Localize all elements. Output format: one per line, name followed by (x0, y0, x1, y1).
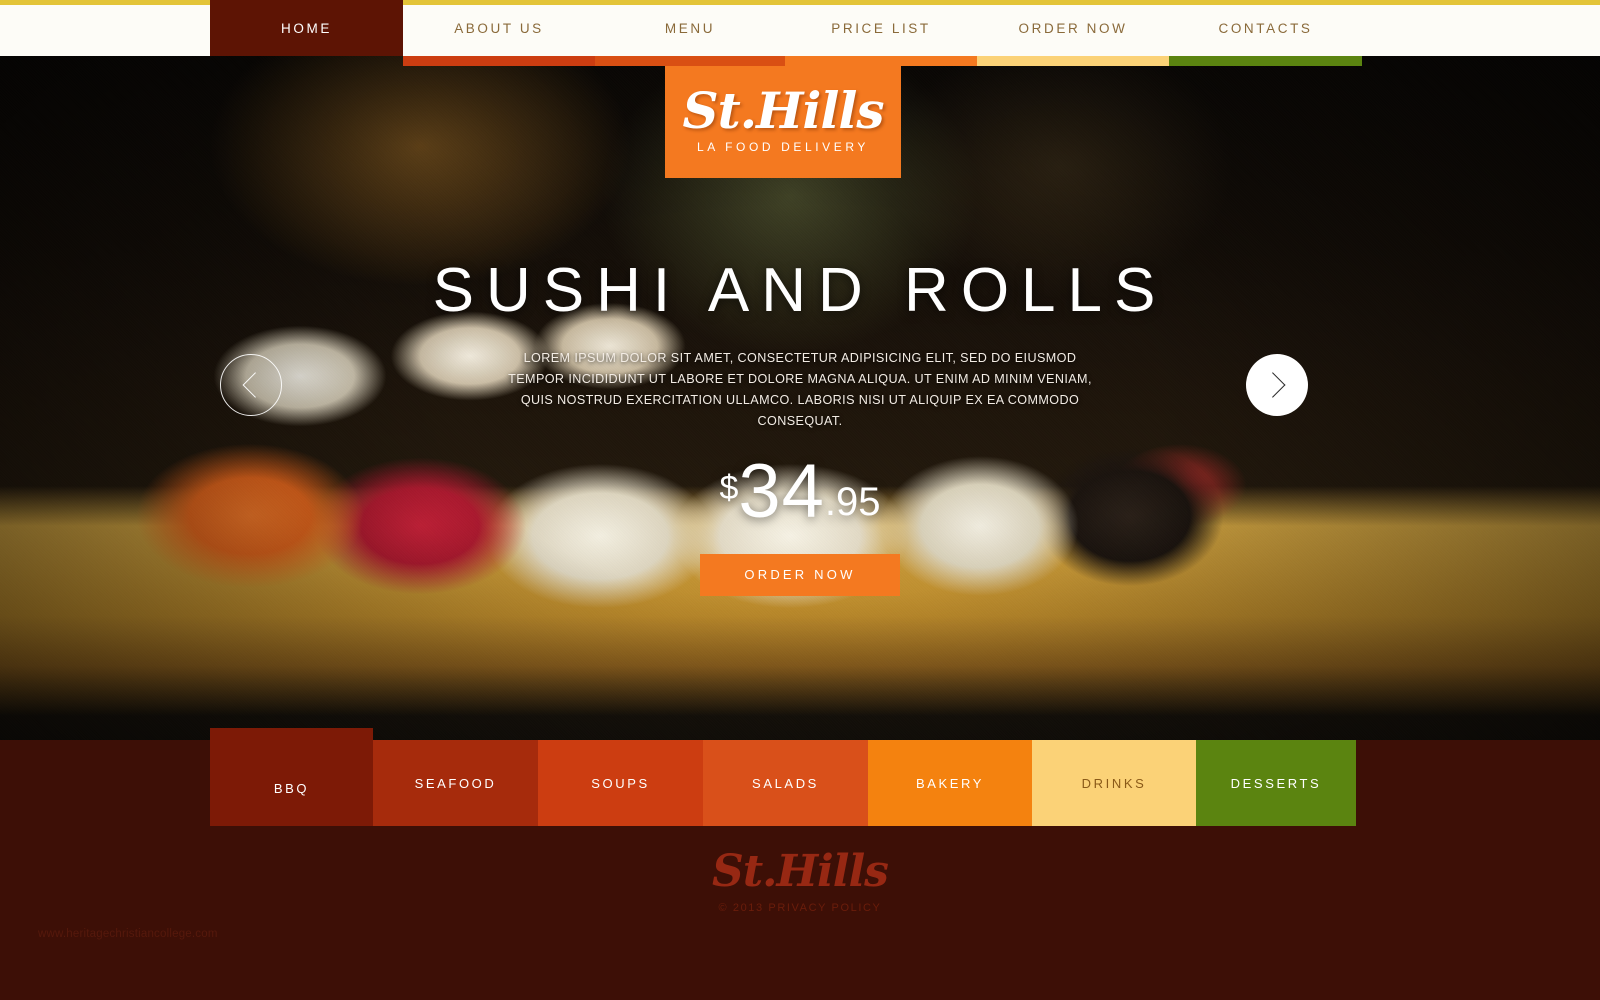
price-decimal: .95 (824, 480, 881, 524)
category-label: SALADS (752, 775, 819, 791)
slider-prev-button[interactable] (220, 354, 282, 416)
nav-item-label: MENU (664, 20, 716, 36)
nav-item-label: PRICE LIST (831, 20, 931, 36)
hero-title: SUSHI AND ROLLS (432, 256, 1168, 325)
nav-item-color-strip (1169, 56, 1362, 66)
nav-item-label: CONTACTS (1218, 20, 1313, 36)
slider-next-button[interactable] (1246, 354, 1308, 416)
footer-logo: St.Hills (712, 846, 889, 897)
category-label: SOUPS (591, 775, 650, 791)
nav-item-color-strip (785, 56, 977, 66)
site-logo[interactable]: St.Hills LA FOOD DELIVERY (665, 62, 901, 178)
category-label: BBQ (273, 781, 310, 796)
category-bakery[interactable]: BAKERY (868, 740, 1032, 826)
nav-item-menu[interactable]: MENU (595, 0, 785, 66)
category-soups[interactable]: SOUPS (538, 740, 703, 826)
nav-item-contacts[interactable]: CONTACTS (1169, 0, 1362, 66)
hero-description: LOREM IPSUM DOLOR SIT AMET, CONSECTETUR … (508, 351, 1092, 428)
nav-item-order-now[interactable]: ORDER NOW (977, 0, 1169, 66)
nav-item-label: ORDER NOW (1018, 20, 1128, 36)
category-desserts[interactable]: DESSERTS (1196, 740, 1356, 826)
order-now-button[interactable]: ORDER NOW (700, 554, 900, 596)
nav-item-price-list[interactable]: PRICE LIST (785, 0, 977, 66)
price-integer: 34 (738, 449, 825, 534)
category-salads[interactable]: SALADS (703, 740, 868, 826)
hero-price: $34.95 (0, 454, 1600, 530)
category-drinks[interactable]: DRINKS (1032, 740, 1196, 826)
chevron-right-icon (1260, 372, 1286, 398)
nav-item-home[interactable]: HOME (210, 0, 403, 56)
nav-left-spacer (0, 0, 210, 56)
category-label: BAKERY (915, 775, 985, 791)
main-navigation: HOME ABOUT US MENU PRICE LIST ORDER NOW CONTA… (0, 0, 1600, 66)
price-currency: $ (719, 469, 739, 507)
category-label: SEAFOOD (414, 775, 497, 791)
category-bar: BBQ SEAFOOD SOUPS SALADS BAKERY DRINKS DESSERT… (210, 728, 1356, 826)
watermark-url: www.heritagechristiancollege.com (38, 928, 218, 940)
nav-item-color-strip (595, 56, 785, 66)
nav-item-about-us[interactable]: ABOUT US (403, 0, 595, 66)
nav-item-label: ABOUT US (454, 20, 544, 36)
chevron-left-icon (242, 372, 268, 398)
footer-copyright[interactable]: © 2013 PRIVACY POLICY (0, 902, 1600, 914)
nav-item-label: HOME (281, 20, 332, 36)
logo-wordmark: St.Hills (682, 81, 885, 140)
category-label: DESSERTS (1230, 775, 1322, 791)
logo-tagline: LA FOOD DELIVERY (696, 140, 870, 154)
category-label: DRINKS (1081, 775, 1147, 791)
category-bbq[interactable]: BBQ (210, 728, 373, 826)
category-seafood[interactable]: SEAFOOD (373, 740, 538, 826)
nav-item-color-strip (977, 56, 1169, 66)
footer-content: St.Hills © 2013 PRIVACY POLICY (0, 846, 1600, 915)
nav-item-color-strip (403, 56, 595, 66)
